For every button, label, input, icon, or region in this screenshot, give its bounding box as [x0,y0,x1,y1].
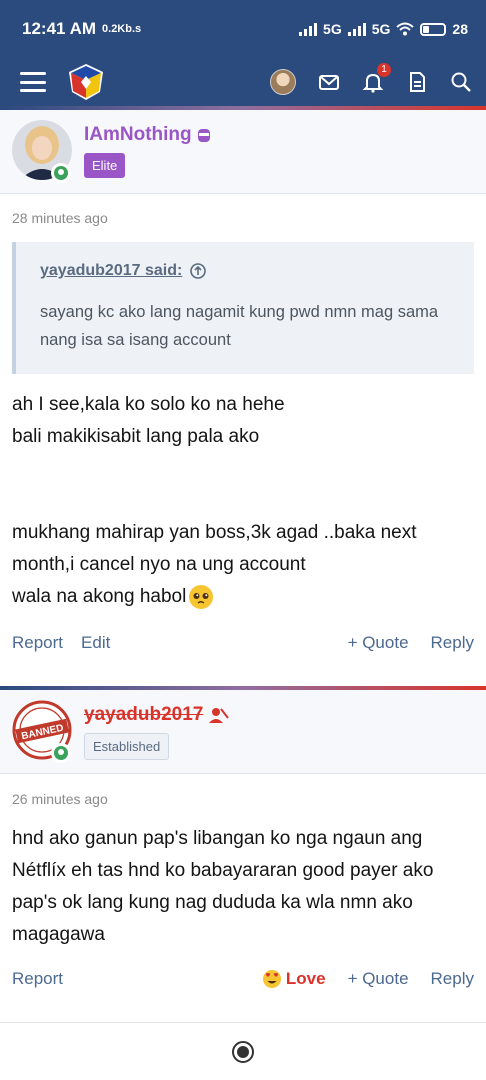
post-body: hnd ako ganun pap's libangan ko nga ngau… [12,828,434,945]
search-icon[interactable] [450,71,472,93]
menu-icon[interactable] [20,72,46,92]
reply-button[interactable]: Reply [431,633,474,653]
mail-icon[interactable] [318,71,340,93]
username[interactable]: IAmNothing [84,124,212,146]
post-body-line: wala na akong habol [12,586,187,607]
notifications-button[interactable]: 1 [362,63,391,93]
love-reaction-button[interactable]: Love [262,969,326,989]
quote-text: sayang kc ako lang nagamit kung pwd nmn … [40,303,439,349]
quote-block: yayadub2017 said: sayang kc ako lang nag… [12,242,474,374]
banned-user-icon [209,708,230,723]
arrow-up-circle-icon[interactable] [190,263,207,279]
quote-button[interactable]: + Quote [348,633,409,653]
top-nav: 1 [0,58,486,106]
reply-button[interactable]: Reply [431,969,474,989]
quote-button[interactable]: + Quote [348,969,409,989]
post-header: IAmNothing Elite [0,110,486,194]
document-icon[interactable] [406,71,428,93]
online-status-icon [51,743,71,763]
network-speed: 0.2Kb.s [102,23,142,35]
post-body-line: mukhang mahirap yan boss,3k agad ..baka … [12,522,417,575]
status-bar: 12:41 AM 0.2Kb.s 5G 5G 28 [0,0,486,58]
signal-icon [299,22,318,36]
heart-eyes-emoji-icon [262,970,281,988]
wifi-icon [396,22,415,36]
post-body-line: ah I see,kala ko solo ko na hehe [12,394,285,415]
network-type-1: 5G [323,21,342,37]
post-actions: Report Love + Quote Reply [12,969,474,989]
post-timestamp[interactable]: 28 minutes ago [12,210,108,226]
post-header: BANNED yayadub2017 Established [0,690,486,774]
network-type-2: 5G [371,21,391,37]
ninja-icon [197,129,210,142]
battery-level: 28 [452,21,468,37]
notification-badge: 1 [377,63,391,77]
account-avatar[interactable] [270,69,296,95]
post-body-line: bali makikisabit lang pala ako [12,426,260,447]
username[interactable]: yayadub2017 [84,704,230,726]
edit-button[interactable]: Edit [81,633,110,653]
post-2: BANNED yayadub2017 Established 26 minute… [0,690,486,1020]
post-timestamp[interactable]: 26 minutes ago [12,791,108,807]
battery-icon [420,22,447,36]
post-1: IAmNothing Elite 28 minutes ago yayadub2… [0,110,486,678]
post-actions: Report Edit + Quote Reply [12,633,474,653]
post-body: ah I see,kala ko solo ko na hehe bali ma… [12,389,478,613]
user-title-badge: Elite [84,153,126,178]
system-nav-bar [0,1022,486,1080]
user-title-badge: Established [84,733,170,760]
report-button[interactable]: Report [12,969,63,989]
quote-author-link[interactable]: yayadub2017 said: [40,262,182,280]
site-logo[interactable] [66,62,106,102]
pleading-emoji-icon [189,585,214,609]
report-button[interactable]: Report [12,633,63,653]
home-icon[interactable] [232,1040,254,1063]
online-status-icon [51,163,71,183]
signal-icon-2 [347,22,366,36]
clock: 12:41 AM [22,19,97,38]
